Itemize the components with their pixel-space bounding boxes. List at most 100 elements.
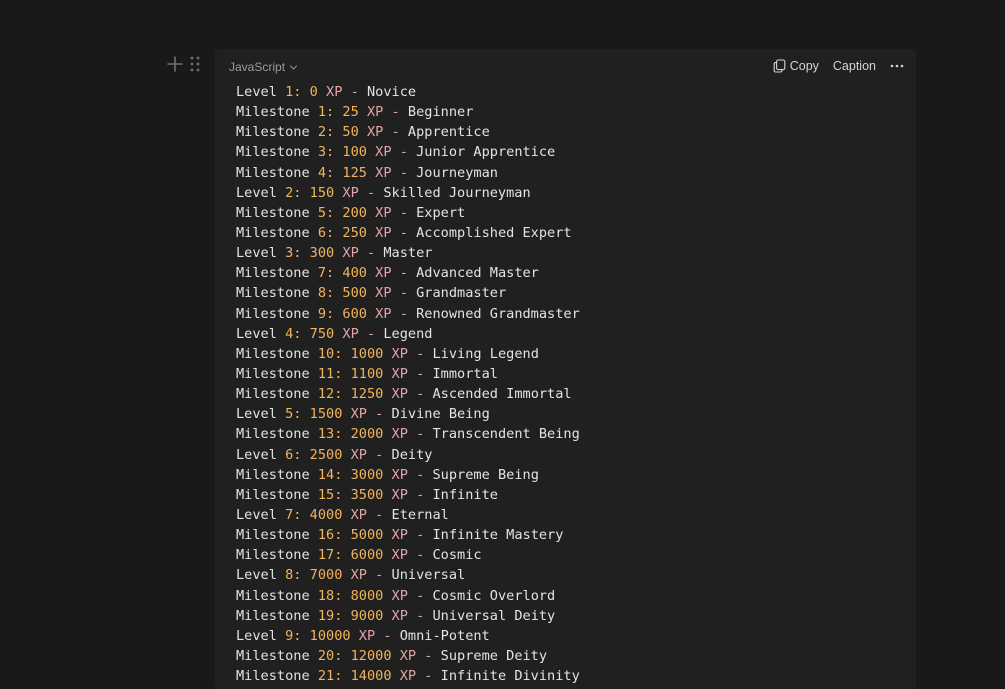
code-line-unit: XP bbox=[391, 365, 408, 382]
code-line-number: 3 bbox=[317, 144, 327, 161]
caption-button[interactable]: Caption bbox=[827, 55, 882, 77]
code-line: Milestone 21: 14000 XP - Infinite Divini… bbox=[236, 666, 580, 686]
code-line-colon: : bbox=[293, 184, 302, 201]
code-line-label: Milestone bbox=[236, 265, 310, 282]
code-line: Milestone 12: 1250 XP - Ascended Immorta… bbox=[236, 384, 580, 404]
code-line-label: Milestone bbox=[236, 124, 310, 141]
code-line-dash: - bbox=[391, 104, 400, 121]
code-line-colon: : bbox=[293, 84, 302, 100]
code-line-unit: XP bbox=[375, 265, 392, 282]
code-line-title: Skilled Journeyman bbox=[383, 184, 531, 201]
code-line-colon: : bbox=[293, 506, 302, 523]
code-line-xp: 3000 bbox=[350, 466, 384, 483]
code-line-label: Milestone bbox=[236, 527, 310, 544]
code-line-label: Milestone bbox=[236, 365, 310, 382]
code-line: Level 5: 1500 XP - Divine Being bbox=[236, 404, 580, 424]
code-line-number: 10 bbox=[317, 345, 335, 362]
code-line: Level 6: 2500 XP - Deity bbox=[236, 445, 580, 465]
code-line: Level 4: 750 XP - Legend bbox=[236, 324, 580, 344]
code-line-xp: 300 bbox=[309, 245, 335, 262]
code-line-number: 7 bbox=[317, 265, 327, 282]
code-line-number: 8 bbox=[317, 285, 327, 302]
code-line-xp: 5000 bbox=[350, 527, 384, 544]
code-line-label: Milestone bbox=[236, 104, 310, 121]
code-line-title: Deity bbox=[391, 446, 433, 463]
code-line-dash: - bbox=[416, 547, 425, 564]
code-line-label: Level bbox=[236, 446, 277, 463]
code-line-label: Milestone bbox=[236, 587, 310, 604]
code-line-colon: : bbox=[293, 325, 302, 342]
code-line-title: Accomplished Expert bbox=[416, 224, 572, 241]
code-line-unit: XP bbox=[326, 84, 343, 100]
drag-handle-icon[interactable] bbox=[189, 55, 201, 73]
code-line-title: Transcendent Being bbox=[432, 426, 580, 443]
code-line-title: Omni-Potent bbox=[399, 627, 490, 644]
code-line-dash: - bbox=[416, 466, 425, 483]
code-line: Milestone 10: 1000 XP - Living Legend bbox=[236, 344, 580, 364]
code-line-xp: 1250 bbox=[350, 386, 384, 403]
code-line-label: Milestone bbox=[236, 647, 310, 664]
code-line-xp: 500 bbox=[342, 285, 367, 302]
copy-button[interactable]: Copy bbox=[767, 55, 825, 77]
code-line-xp: 1500 bbox=[309, 406, 343, 423]
copy-label: Copy bbox=[789, 59, 819, 73]
code-line: Milestone 14: 3000 XP - Supreme Being bbox=[236, 465, 580, 485]
code-line-xp: 400 bbox=[342, 265, 367, 282]
code-line-label: Milestone bbox=[236, 204, 310, 221]
code-line-xp: 12000 bbox=[350, 647, 392, 664]
code-line-unit: XP bbox=[391, 547, 408, 564]
code-line-colon: : bbox=[334, 587, 343, 604]
code-line-dash: - bbox=[416, 365, 425, 382]
code-line-title: Advanced Master bbox=[416, 265, 539, 282]
code-line-colon: : bbox=[293, 245, 302, 262]
code-line-colon: : bbox=[326, 285, 335, 302]
code-line-xp: 25 bbox=[342, 104, 359, 121]
code-line-unit: XP bbox=[366, 104, 384, 121]
code-line-dash: - bbox=[399, 285, 408, 302]
code-line: Level 3: 300 XP - Master bbox=[236, 243, 580, 263]
code-line-number: 13 bbox=[317, 426, 335, 443]
code-line-dash: - bbox=[424, 647, 433, 664]
code-line-xp: 125 bbox=[342, 164, 367, 181]
code-line-colon: : bbox=[334, 668, 343, 685]
code-line-colon: : bbox=[334, 607, 343, 624]
plus-icon[interactable] bbox=[167, 55, 183, 73]
code-line-colon: : bbox=[293, 567, 302, 584]
code-line-colon: : bbox=[326, 124, 335, 141]
code-line-number: 1 bbox=[317, 104, 327, 121]
code-line-title: Cosmic Overlord bbox=[432, 587, 556, 604]
code-line-number: 6 bbox=[317, 224, 327, 241]
code-line-title: Journeyman bbox=[416, 164, 498, 181]
code-line-dash: - bbox=[424, 668, 433, 685]
code-line-number: 12 bbox=[317, 386, 335, 403]
chevron-down-icon bbox=[289, 65, 298, 70]
code-line-xp: 10000 bbox=[309, 627, 351, 644]
code-line-xp: 14000 bbox=[350, 668, 392, 685]
code-line-unit: XP bbox=[391, 607, 408, 624]
code-line-dash: - bbox=[375, 506, 384, 523]
code-line-unit: XP bbox=[350, 446, 367, 463]
code-line-unit: XP bbox=[391, 527, 408, 544]
code-line-title: Divine Being bbox=[391, 406, 490, 423]
more-options-button[interactable] bbox=[884, 55, 910, 77]
code-line-unit: XP bbox=[342, 184, 359, 201]
code-line-xp: 4000 bbox=[309, 506, 343, 523]
code-block[interactable]: JavaScript Copy Caption Level 1: 0 XP - … bbox=[215, 49, 916, 689]
code-line-label: Milestone bbox=[236, 224, 310, 241]
code-line-title: Infinite bbox=[432, 486, 498, 503]
code-line-dash: - bbox=[416, 587, 425, 604]
code-content[interactable]: Level 1: 0 XP - Novice Milestone 1: 25 XP… bbox=[236, 82, 580, 686]
code-line-colon: : bbox=[326, 224, 335, 241]
code-line-colon: : bbox=[334, 547, 343, 564]
code-line-dash: - bbox=[399, 265, 408, 282]
code-line-unit: XP bbox=[342, 325, 359, 342]
code-line-title: Eternal bbox=[391, 506, 449, 523]
code-line-colon: : bbox=[293, 627, 302, 644]
code-line-dash: - bbox=[391, 124, 400, 141]
code-line-xp: 8000 bbox=[350, 587, 384, 604]
code-line: Level 1: 0 XP - Novice bbox=[236, 82, 580, 102]
language-selector[interactable]: JavaScript bbox=[229, 60, 298, 74]
code-line-xp: 2500 bbox=[309, 446, 343, 463]
code-line-label: Level bbox=[236, 325, 277, 342]
code-line: Level 8: 7000 XP - Universal bbox=[236, 565, 580, 585]
